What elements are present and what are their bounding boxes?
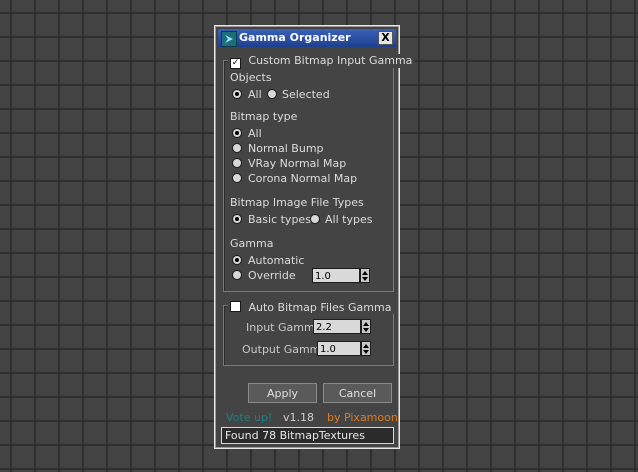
spinner-up-icon[interactable] bbox=[362, 271, 368, 275]
spinner-down-icon[interactable] bbox=[363, 350, 369, 354]
vote-up-link[interactable]: Vote up! bbox=[226, 411, 272, 424]
gamma-override-label[interactable]: Override bbox=[248, 269, 296, 282]
bitmap-type-all-radio[interactable] bbox=[232, 128, 242, 138]
custom-gamma-checkbox-row[interactable]: ✓ Custom Bitmap Input Gamma bbox=[228, 54, 416, 69]
file-types-basic-radio[interactable] bbox=[232, 214, 242, 224]
apply-button[interactable]: Apply bbox=[248, 383, 317, 403]
input-gamma-spinner[interactable] bbox=[361, 319, 371, 334]
input-gamma-label: Input Gamma bbox=[246, 321, 322, 334]
bitmap-type-label: Bitmap type bbox=[230, 110, 298, 123]
file-types-all-radio[interactable] bbox=[310, 214, 320, 224]
objects-all-radio[interactable] bbox=[232, 89, 242, 99]
spinner-up-icon[interactable] bbox=[363, 322, 369, 326]
auto-gamma-checkbox[interactable] bbox=[230, 301, 241, 312]
bitmap-type-vray-normal-radio[interactable] bbox=[232, 158, 242, 168]
gamma-override-radio[interactable] bbox=[232, 270, 242, 280]
status-bar: Found 78 BitmapTextures bbox=[221, 427, 394, 444]
custom-gamma-checkbox[interactable]: ✓ bbox=[230, 58, 241, 69]
bitmap-type-corona-normal-radio[interactable] bbox=[232, 173, 242, 183]
gamma-automatic-radio[interactable] bbox=[232, 255, 242, 265]
spinner-down-icon[interactable] bbox=[363, 328, 369, 332]
bitmap-type-corona-normal-label[interactable]: Corona Normal Map bbox=[248, 172, 357, 185]
file-types-all-label[interactable]: All types bbox=[325, 213, 372, 226]
bitmap-type-vray-normal-label[interactable]: VRay Normal Map bbox=[248, 157, 346, 170]
window-title: Gamma Organizer bbox=[239, 31, 351, 44]
auto-gamma-label: Auto Bitmap Files Gamma bbox=[248, 301, 392, 314]
file-types-basic-label[interactable]: Basic types bbox=[248, 213, 311, 226]
objects-selected-label[interactable]: Selected bbox=[282, 88, 330, 101]
spinner-up-icon[interactable] bbox=[363, 344, 369, 348]
close-icon[interactable]: X bbox=[378, 31, 393, 45]
gamma-automatic-label[interactable]: Automatic bbox=[248, 254, 304, 267]
app-logo-icon bbox=[221, 31, 237, 47]
bitmap-type-normal-bump-label[interactable]: Normal Bump bbox=[248, 142, 324, 155]
spinner-down-icon[interactable] bbox=[362, 277, 368, 281]
custom-gamma-label: Custom Bitmap Input Gamma bbox=[248, 54, 413, 67]
output-gamma-label: Output Gamma bbox=[242, 343, 328, 356]
title-bar[interactable]: Gamma Organizer X bbox=[218, 29, 396, 47]
bitmap-type-all-label[interactable]: All bbox=[248, 127, 262, 140]
output-gamma-field[interactable]: 1.0 bbox=[317, 341, 361, 356]
objects-label: Objects bbox=[230, 71, 272, 84]
file-types-label: Bitmap Image File Types bbox=[230, 196, 364, 209]
override-gamma-spinner[interactable] bbox=[360, 268, 370, 283]
version-label: v1.18 bbox=[283, 411, 315, 424]
input-gamma-field[interactable]: 2.2 bbox=[313, 319, 361, 334]
gamma-organizer-window: Gamma Organizer X ✓ Custom Bitmap Input … bbox=[214, 25, 416, 449]
bitmap-type-normal-bump-radio[interactable] bbox=[232, 143, 242, 153]
auto-gamma-group bbox=[223, 305, 394, 366]
objects-all-label[interactable]: All bbox=[248, 88, 262, 101]
output-gamma-spinner[interactable] bbox=[361, 341, 371, 356]
gamma-label: Gamma bbox=[230, 237, 274, 250]
author-link[interactable]: by Pixamoon bbox=[327, 411, 398, 424]
override-gamma-field[interactable]: 1.0 bbox=[312, 268, 360, 283]
auto-gamma-checkbox-row[interactable]: Auto Bitmap Files Gamma bbox=[228, 300, 395, 314]
cancel-button[interactable]: Cancel bbox=[323, 383, 392, 403]
objects-selected-radio[interactable] bbox=[267, 89, 277, 99]
